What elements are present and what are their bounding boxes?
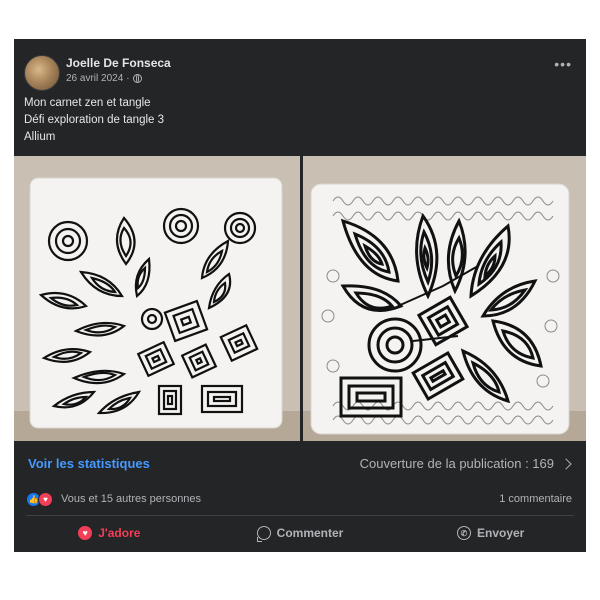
comments-count[interactable]: 1 commentaire [499, 493, 572, 505]
send-button[interactable]: ✆ Envoyer [395, 519, 586, 547]
post-text-line: Allium [24, 131, 56, 143]
reactions-summary[interactable]: Vous et 15 autres personnes [61, 493, 201, 505]
post-meta: 26 avril 2024 · [66, 73, 142, 84]
photo-left[interactable] [14, 156, 300, 441]
author-avatar[interactable] [24, 55, 60, 91]
post-reach-label: Couverture de la publication : 169 [359, 456, 554, 471]
love-label: J'adore [98, 526, 141, 540]
post-text-line: Défi exploration de tangle 3 [24, 114, 165, 126]
post-text: Mon carnet zen et tangle Défi exploratio… [24, 95, 164, 146]
tangle-allium-image [303, 156, 586, 441]
more-options-icon[interactable]: ••• [554, 57, 572, 71]
meta-separator: · [126, 73, 130, 84]
facebook-post-card: Joelle De Fonseca 26 avril 2024 · ••• Mo… [14, 39, 586, 552]
globe-icon[interactable] [132, 74, 142, 83]
comment-label: Commenter [276, 526, 344, 540]
heart-icon: ♥ [78, 526, 93, 540]
tangle-scattered-image [14, 156, 300, 441]
photo-right[interactable] [303, 156, 586, 441]
love-button[interactable]: ♥ J'adore [14, 519, 205, 547]
action-bar: ♥ J'adore Commenter ✆ Envoyer [14, 519, 586, 547]
post-date[interactable]: 26 avril 2024 [66, 73, 123, 84]
author-name[interactable]: Joelle De Fonseca [66, 56, 171, 70]
post-reach[interactable]: Couverture de la publication : 169 [359, 456, 572, 471]
divider [26, 515, 574, 516]
whatsapp-icon: ✆ [457, 526, 471, 540]
post-text-line: Mon carnet zen et tangle [24, 97, 151, 109]
view-insights-link[interactable]: Voir les statistiques [28, 456, 150, 471]
chevron-right-icon [560, 457, 572, 470]
love-reaction-icon: ♥ [38, 492, 53, 507]
reactions-row: 👍 ♥ Vous et 15 autres personnes 1 commen… [14, 487, 586, 511]
reaction-icons[interactable]: 👍 ♥ [26, 492, 53, 507]
comment-bubble-icon [256, 526, 271, 542]
photo-grid [14, 156, 586, 441]
stats-row: Voir les statistiques Couverture de la p… [14, 443, 586, 483]
send-label: Envoyer [477, 526, 525, 540]
comment-button[interactable]: Commenter [205, 519, 396, 547]
